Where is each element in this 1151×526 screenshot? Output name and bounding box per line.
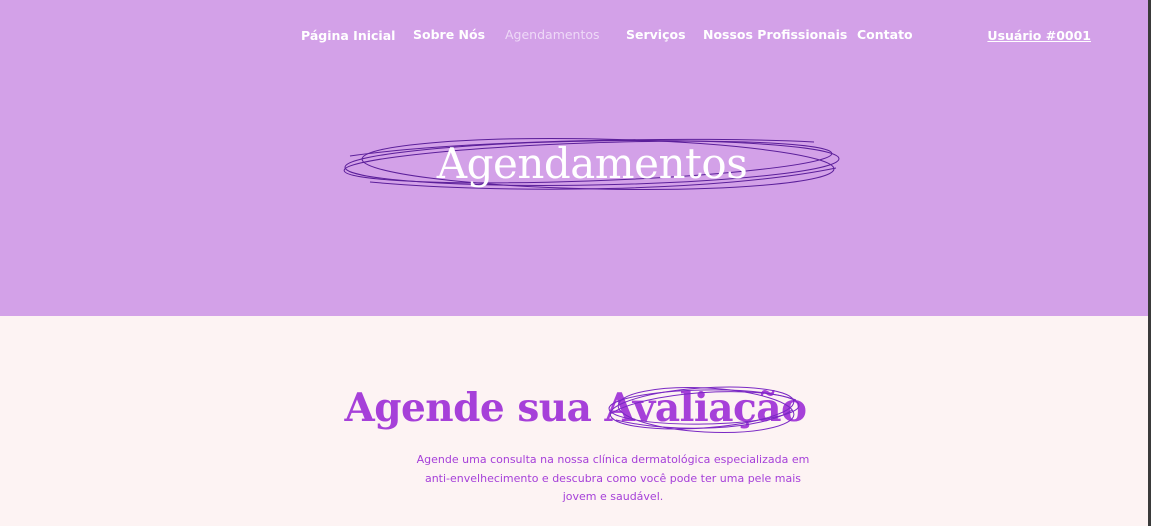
nav-link-about[interactable]: Sobre Nós [413,27,485,42]
nav-link-professionals[interactable]: Nossos Profissionais [703,27,847,42]
nav-link-services[interactable]: Serviços [626,27,686,42]
hero-banner: Página Inicial Sobre Nós Agendamentos Se… [0,0,1151,316]
section-heading: Agende sua Avaliação [344,385,807,431]
nav-link-contact[interactable]: Contato [857,27,913,42]
section-description: Agende uma consulta na nossa clínica der… [416,453,810,503]
user-account-link[interactable]: Usuário #0001 [987,28,1091,43]
page-title: Agendamentos [436,139,748,188]
nav-link-appointments[interactable]: Agendamentos [505,27,600,42]
main-navigation: Página Inicial Sobre Nós Agendamentos Se… [0,0,1151,70]
hero-title-block: Agendamentos [340,132,844,198]
booking-section: Agende sua Avaliação Agende uma consulta… [0,316,1151,526]
nav-link-home[interactable]: Página Inicial [301,28,395,43]
heading-scribble-icon [608,386,800,433]
